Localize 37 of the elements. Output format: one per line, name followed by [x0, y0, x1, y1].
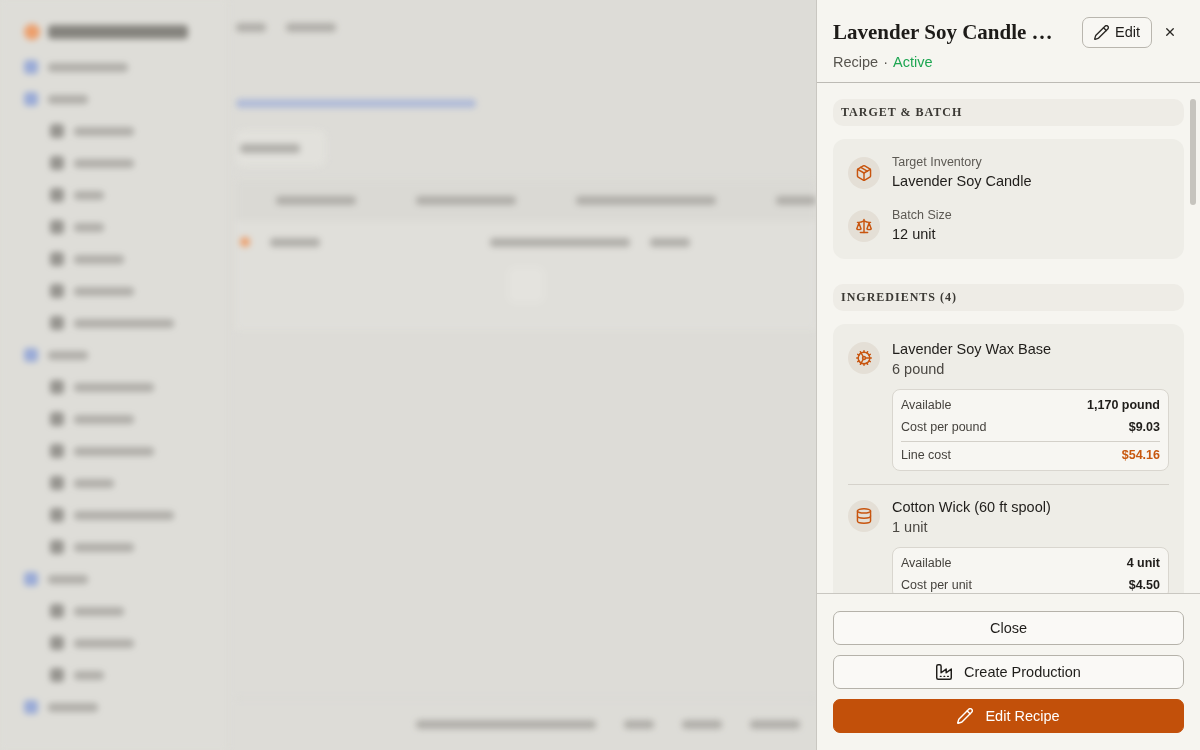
ingredient-name: Lavender Soy Wax Base — [892, 340, 1053, 359]
stat-value: $9.03 — [1128, 420, 1160, 434]
create-production-button[interactable]: Create Production — [833, 655, 1184, 689]
status-label: Active — [893, 53, 933, 71]
line-cost-value: $54.16 — [1121, 448, 1160, 462]
panel-title: Lavender Soy Candle … — [833, 19, 1053, 46]
ingredient-quantity: 1 unit — [892, 518, 929, 537]
cylinder-icon — [848, 500, 880, 532]
separator-dot: · — [883, 53, 888, 71]
field-label: Target Inventory — [892, 154, 983, 170]
cube-icon — [848, 156, 880, 189]
stat-label: Cost per pound — [901, 420, 987, 434]
stat-label: Available — [901, 556, 952, 570]
ingredient-quantity: 6 pound — [892, 360, 946, 379]
ingredient-name: Cotton Wick (60 ft spool) — [892, 498, 1052, 517]
stat-value: 1,170 pound — [1087, 398, 1160, 412]
stat-value: $4.50 — [1128, 578, 1160, 592]
section-heading: INGREDIENTS (4) — [833, 284, 1184, 311]
section-heading: TARGET & BATCH — [833, 99, 1184, 126]
scrollbar-thumb[interactable] — [1190, 99, 1196, 205]
stat-value: 4 unit — [1126, 556, 1160, 570]
edit-recipe-button[interactable]: Edit Recipe — [833, 699, 1184, 733]
close-button[interactable]: Close — [833, 611, 1184, 645]
stat-label: Line cost — [901, 448, 952, 462]
stat-label: Cost per unit — [901, 578, 972, 592]
edit-button[interactable]: Edit — [1082, 16, 1152, 48]
gear-icon — [848, 342, 880, 374]
pencil-icon — [957, 708, 974, 724]
factory-icon — [936, 664, 953, 680]
field-label: Batch Size — [892, 207, 952, 223]
close-icon — [1164, 26, 1176, 38]
field-value: 12 unit — [892, 225, 937, 244]
scale-icon — [848, 209, 880, 242]
stat-label: Available — [901, 398, 952, 412]
pencil-icon — [1094, 24, 1109, 40]
record-type-label: Recipe — [833, 53, 879, 71]
field-value: Lavender Soy Candle — [892, 172, 1032, 191]
